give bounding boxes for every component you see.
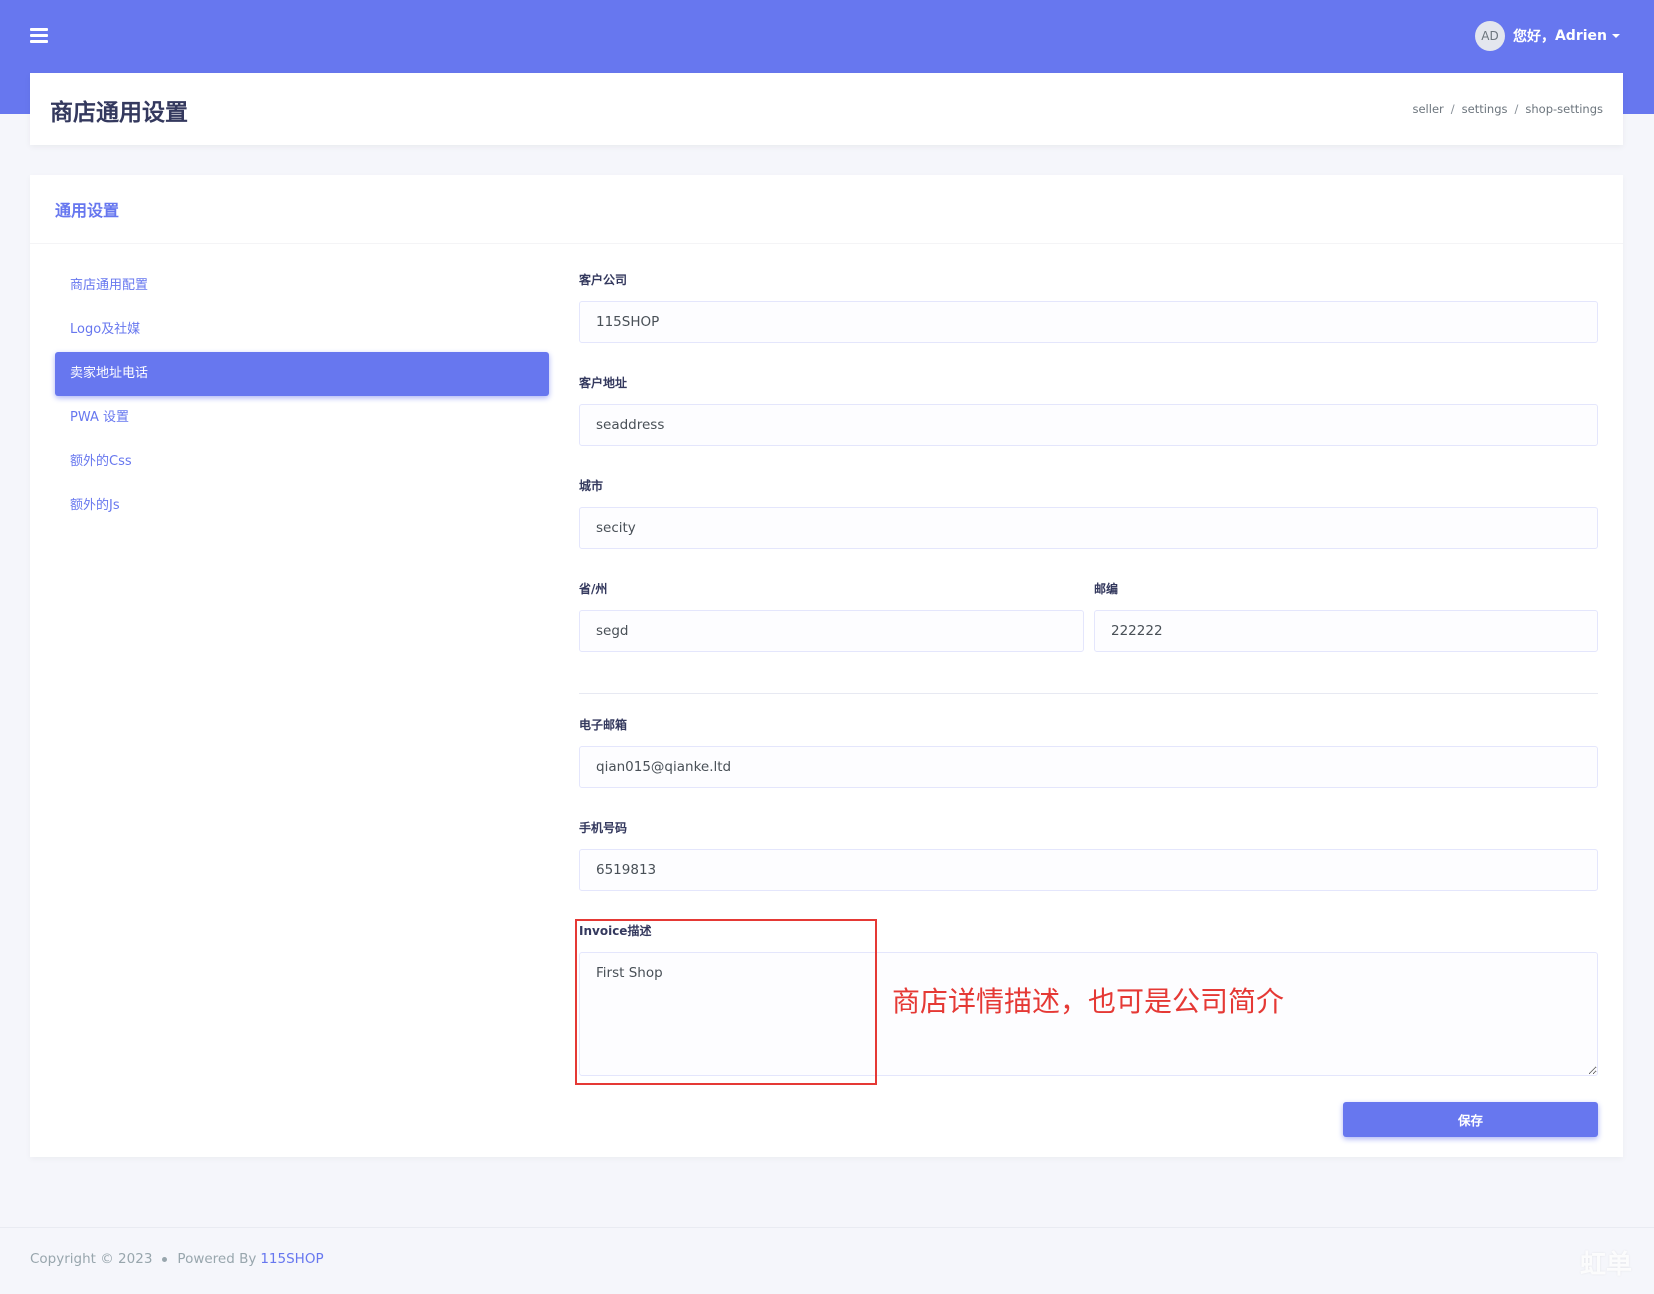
city-label: 城市 (579, 479, 604, 493)
footer-copyright: Copyright © 2023 (30, 1251, 153, 1267)
save-button[interactable]: 保存 (1343, 1102, 1598, 1137)
nav-item-seller-address[interactable]: 卖家地址电话 (55, 352, 549, 396)
form-divider (579, 693, 1598, 694)
nav-item-extra-js[interactable]: 额外的Js (55, 484, 549, 528)
footer-powered-by: Powered By (177, 1251, 257, 1267)
breadcrumb-item-seller[interactable]: seller (1412, 102, 1443, 116)
phone-label: 手机号码 (579, 821, 628, 835)
city-input[interactable] (579, 507, 1598, 549)
user-dropdown[interactable]: AD 您好， Adrien (1474, 21, 1620, 51)
footer-dot (162, 1256, 168, 1262)
caret-down-icon (1612, 34, 1620, 38)
company-input[interactable] (579, 301, 1598, 343)
zip-input[interactable] (1094, 610, 1598, 652)
nav-item-pwa[interactable]: PWA 设置 (55, 396, 549, 440)
page-title: 商店通用设置 (50, 100, 188, 126)
menu-icon[interactable] (30, 28, 48, 43)
company-label: 客户公司 (579, 273, 628, 287)
settings-side-nav: 商店通用配置 Logo及社媒 卖家地址电话 PWA 设置 额外的Css 额外的J… (55, 264, 549, 528)
zip-label: 邮编 (1094, 582, 1119, 596)
card-title: 通用设置 (55, 201, 120, 220)
watermark-logo: 虹单 (1579, 1250, 1632, 1280)
greeting-text: 您好， (1512, 29, 1555, 45)
footer-brand-link[interactable]: 115SHOP (260, 1251, 323, 1267)
breadcrumb-item-settings[interactable]: settings (1462, 102, 1508, 116)
address-input[interactable] (579, 404, 1598, 446)
nav-item-shop-general[interactable]: 商店通用配置 (55, 264, 549, 308)
card-header: 通用设置 (30, 175, 1623, 244)
invoice-label: Invoice描述 (579, 924, 652, 938)
breadcrumb: seller / settings / shop-settings (1412, 102, 1603, 116)
footer: Copyright © 2023 Powered By 115SHOP (30, 1251, 324, 1267)
email-label: 电子邮箱 (579, 718, 628, 732)
username-text: Adrien (1554, 28, 1607, 44)
address-label: 客户地址 (579, 376, 628, 390)
nav-item-logo-social[interactable]: Logo及社媒 (55, 308, 549, 352)
email-input[interactable] (579, 746, 1598, 788)
breadcrumb-separator: / (1450, 102, 1455, 116)
footer-divider (0, 1227, 1654, 1228)
state-label: 省/州 (579, 582, 608, 596)
nav-item-extra-css[interactable]: 额外的Css (55, 440, 549, 484)
avatar: AD (1474, 21, 1505, 51)
annotation-text: 商店详情描述，也可是公司简介 (892, 985, 1285, 1018)
settings-card: 通用设置 商店通用配置 Logo及社媒 卖家地址电话 PWA 设置 额外的Css… (30, 175, 1623, 1157)
breadcrumb-item-shop-settings: shop-settings (1525, 102, 1603, 116)
state-input[interactable] (579, 610, 1084, 652)
breadcrumb-separator: / (1514, 102, 1519, 116)
page-header: 商店通用设置 seller / settings / shop-settings (30, 73, 1623, 145)
phone-input[interactable] (579, 849, 1598, 891)
